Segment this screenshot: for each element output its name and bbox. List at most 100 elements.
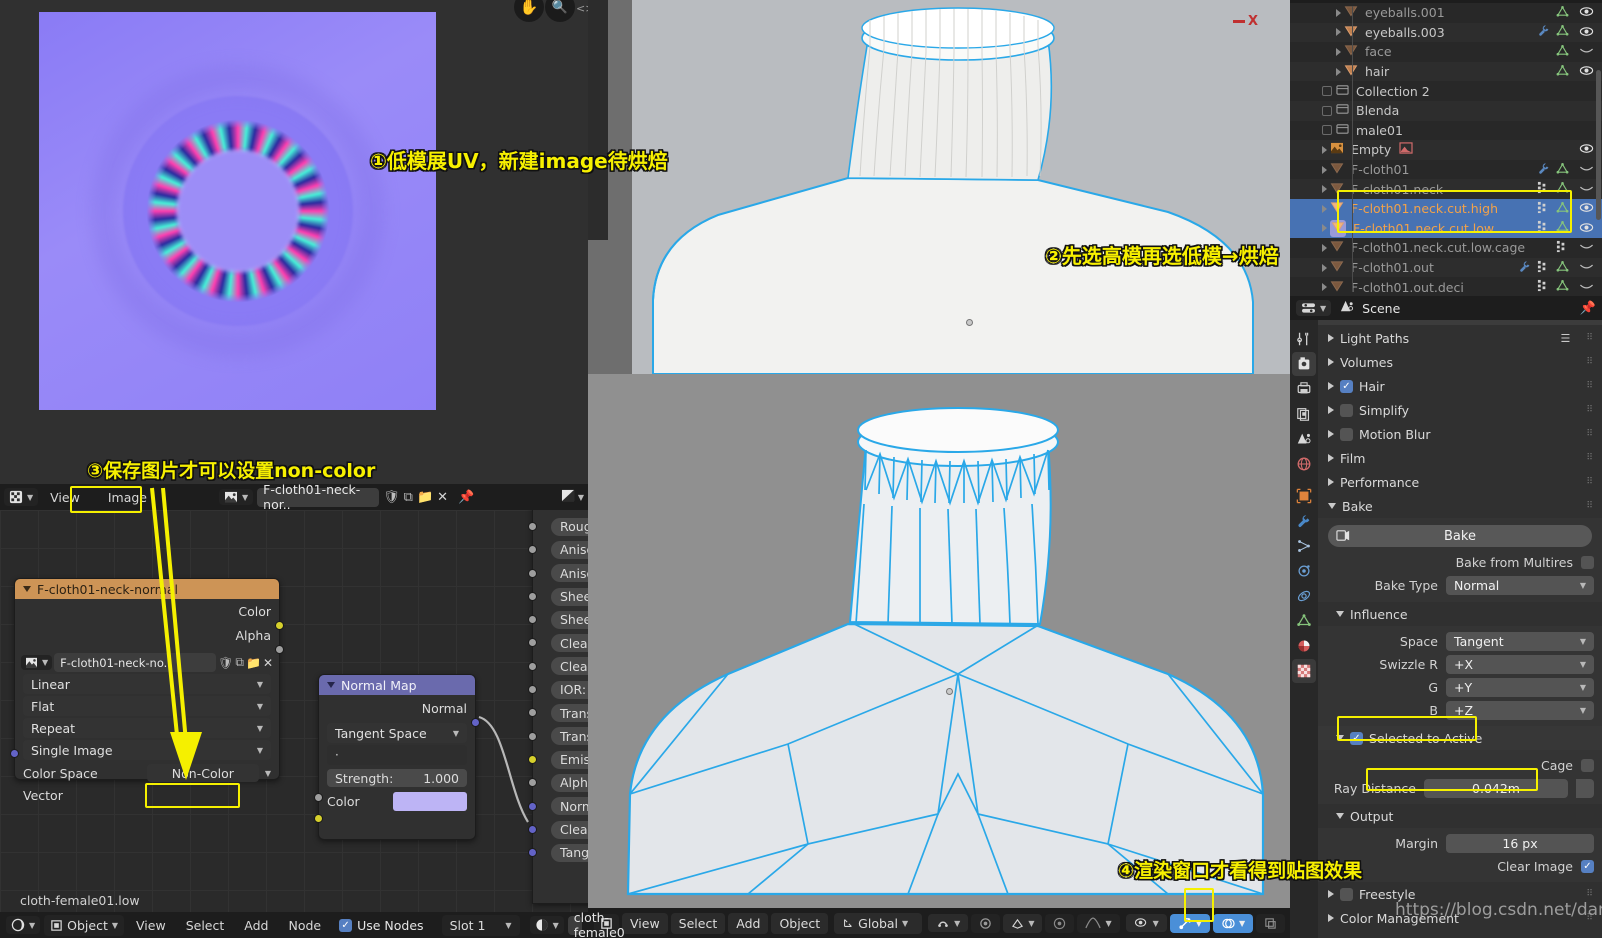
uv-image-canvas[interactable] <box>39 12 436 410</box>
material-browse-icon[interactable]: ▼ <box>530 916 564 934</box>
pin-icon[interactable]: 📌 <box>458 490 474 505</box>
drag-handle[interactable]: ⠿ <box>1586 432 1594 437</box>
particles-icon[interactable] <box>1537 260 1550 276</box>
outliner-row[interactable]: eyeballs.003 <box>1290 23 1602 43</box>
drag-handle[interactable]: ⠿ <box>1586 480 1594 485</box>
bsdf-input-row[interactable]: Alpha <box>533 771 588 794</box>
bsdf-socket[interactable] <box>528 662 537 671</box>
bsdf-socket[interactable] <box>528 522 537 531</box>
panel-influence[interactable]: Influence <box>1318 602 1602 626</box>
axis-gizmo-x[interactable]: X <box>1248 14 1258 29</box>
image-editor-menu-image[interactable]: Image <box>100 488 155 507</box>
cage-checkbox[interactable] <box>1581 759 1594 772</box>
transform-orientation-dropdown[interactable]: Global ▼ <box>834 913 922 934</box>
drag-handle[interactable]: ⠿ <box>1586 456 1594 461</box>
bsdf-socket[interactable] <box>528 825 537 834</box>
bsdf-input-row[interactable]: IOR: <box>533 678 588 701</box>
node-image-texture[interactable]: F-cloth01-neck-normal Color Alpha ▼ F-cl… <box>14 578 280 780</box>
socket-normal-out[interactable] <box>471 718 480 727</box>
panel-simplify[interactable]: Simplify⠿ <box>1318 398 1602 422</box>
particles-icon[interactable] <box>1537 279 1550 295</box>
bsdf-input-row[interactable]: Clear <box>533 655 588 678</box>
space-dropdown[interactable]: Tangent▼ <box>1446 632 1594 651</box>
render-tab[interactable] <box>1292 352 1316 376</box>
bsdf-input-row[interactable]: Aniso <box>533 562 588 585</box>
freestyle-checkbox[interactable] <box>1340 888 1353 901</box>
viewport-menu-add[interactable]: Add <box>728 913 768 934</box>
modifier-icon[interactable] <box>1537 162 1550 178</box>
tool-tab[interactable] <box>1292 327 1316 351</box>
mesh-data-icon[interactable] <box>1556 162 1569 178</box>
panel-performance[interactable]: Performance⠿ <box>1318 470 1602 494</box>
bsdf-socket[interactable] <box>528 685 537 694</box>
image-data-icon[interactable] <box>1399 142 1413 157</box>
material-name-field[interactable]: cloth-female0 <box>568 916 582 935</box>
socket-color-in[interactable] <box>314 814 323 823</box>
collection-checkbox[interactable] <box>1322 86 1332 96</box>
mesh-data-icon[interactable] <box>1556 260 1569 276</box>
low-poly-mesh[interactable] <box>608 374 1288 914</box>
image-editor-menu-view[interactable]: View <box>42 488 88 507</box>
node-image-datablock-icon[interactable]: ▼ <box>21 655 52 670</box>
node-normal-map[interactable]: Normal Map Normal Tangent Space▼ · Stren… <box>318 674 476 840</box>
bsdf-socket[interactable] <box>528 615 537 624</box>
bsdf-socket[interactable] <box>528 638 537 647</box>
falloff-curve-icon[interactable]: ▼ <box>1077 914 1119 933</box>
eye-closed-icon[interactable] <box>1579 162 1594 177</box>
overlays-icon[interactable]: ▼ <box>1213 914 1253 933</box>
bsdf-input-row[interactable]: Emiss <box>533 748 588 771</box>
node-colorspace-row[interactable]: Color Space Non-Color ▼ <box>15 762 279 784</box>
eye-closed-icon[interactable] <box>1579 260 1594 275</box>
expand-arrow-icon[interactable] <box>1322 283 1327 291</box>
eye-closed-icon[interactable] <box>1579 182 1594 197</box>
mesh-data-icon[interactable] <box>1556 279 1569 295</box>
bsdf-socket[interactable] <box>528 545 537 554</box>
outliner-row[interactable]: Empty <box>1290 140 1602 160</box>
duplicate-icon[interactable]: ⧉ <box>235 655 244 670</box>
selected-to-active-checkbox[interactable]: ✓ <box>1350 732 1363 745</box>
drag-handle[interactable]: ⠿ <box>1586 892 1594 897</box>
bsdf-input-row[interactable]: Shee <box>533 585 588 608</box>
margin-row[interactable]: Margin 16 px <box>1318 833 1594 854</box>
expand-arrow-icon[interactable] <box>1336 68 1341 76</box>
bsdf-input-row[interactable]: Roug <box>533 515 588 538</box>
shield-icon[interactable]: 🛡 <box>383 490 400 505</box>
scene-tab[interactable] <box>1292 427 1316 451</box>
physics-tab[interactable] <box>1292 559 1316 583</box>
mesh-data-icon[interactable] <box>1556 5 1569 21</box>
modifier-icon[interactable] <box>1518 260 1531 276</box>
mesh-data-icon[interactable] <box>1556 181 1569 197</box>
hand-tool-icon[interactable]: ✋ <box>514 0 544 22</box>
eye-icon[interactable] <box>1579 142 1594 157</box>
particles-icon[interactable] <box>1556 240 1569 256</box>
mesh-data-icon[interactable] <box>1556 201 1569 217</box>
node-menu-view[interactable]: View <box>128 916 174 935</box>
outliner-row[interactable]: F-cloth01.out <box>1290 258 1602 278</box>
modifier-tab[interactable] <box>1292 509 1316 533</box>
bake-from-multires-row[interactable]: Bake from Multires <box>1318 552 1594 573</box>
material-sphere-icon[interactable] <box>1292 634 1316 658</box>
mesh-data-icon[interactable] <box>1292 609 1316 633</box>
bsdf-socket[interactable] <box>528 802 537 811</box>
node-image-texture-header[interactable]: F-cloth01-neck-normal <box>15 579 279 599</box>
node-output-color[interactable]: Color <box>15 599 279 623</box>
snap-target-icon[interactable]: ▼ <box>1003 914 1042 933</box>
snap-magnet-icon[interactable]: ▼ <box>928 914 968 932</box>
visibility-dropdown-icon[interactable]: ▼ <box>1126 914 1167 932</box>
collection-checkbox[interactable] <box>1322 125 1332 135</box>
pin-icon[interactable]: 📌 <box>1580 301 1596 316</box>
expand-arrow-icon[interactable] <box>1336 9 1341 17</box>
clear-image-checkbox[interactable]: ✓ <box>1581 860 1594 873</box>
bsdf-socket[interactable] <box>528 708 537 717</box>
collection-checkbox[interactable] <box>1322 106 1332 116</box>
x-icon[interactable]: ✕ <box>263 656 273 670</box>
socket-vector-in[interactable] <box>10 749 19 758</box>
ray-distance-value[interactable]: 0.042m <box>1424 779 1568 798</box>
outliner-row[interactable]: F-cloth01.neck.cut.low <box>1290 219 1602 239</box>
node-colorspace-dropdown[interactable]: Non-Color <box>147 764 259 782</box>
node-input-vector[interactable]: Vector <box>15 784 279 806</box>
eye-icon[interactable] <box>1579 25 1594 40</box>
panel-light-paths[interactable]: Light Paths☰⠿ <box>1318 326 1602 350</box>
object-tab[interactable] <box>1292 484 1316 508</box>
gizmo-icon[interactable]: ▼ <box>1170 914 1210 933</box>
